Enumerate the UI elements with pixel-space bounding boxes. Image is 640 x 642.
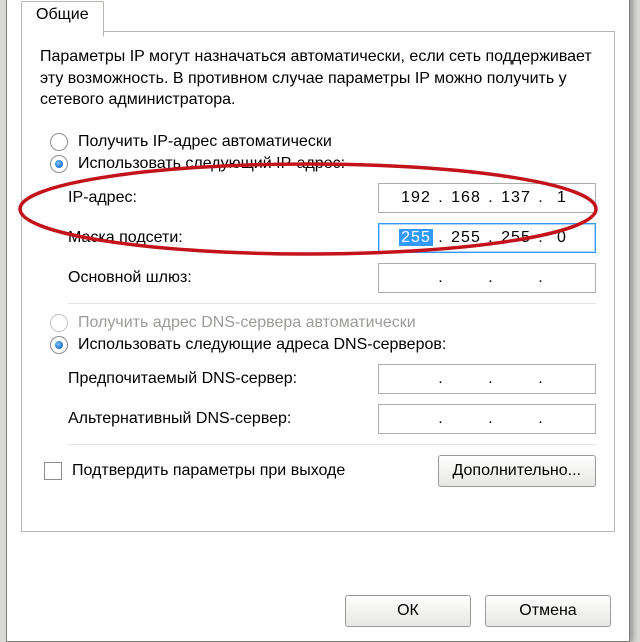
- radio-dns-auto: Получить адрес DNS-сервера автоматически: [50, 314, 596, 332]
- subnet-mask-input[interactable]: 255. 255. 255. 0: [378, 223, 596, 253]
- tab-strip: Общие: [21, 1, 615, 32]
- row-ip-address: IP-адрес: 192. 168. 137. 1: [68, 183, 596, 213]
- cancel-button[interactable]: Отмена: [485, 595, 611, 627]
- row-gateway: Основной шлюз: . . .: [68, 263, 596, 293]
- checkbox-validate[interactable]: Подтвердить параметры при выходе: [44, 462, 345, 480]
- radio-dns-auto-label: Получить адрес DNS-сервера автоматически: [78, 314, 416, 332]
- ip-octet: 1: [545, 189, 579, 207]
- advanced-button[interactable]: Дополнительно...: [438, 455, 597, 487]
- checkbox-icon: [44, 462, 62, 480]
- divider: [68, 444, 596, 445]
- ip-octet: 0: [545, 229, 579, 247]
- divider: [68, 303, 596, 304]
- dialog-window: Общие Параметры IP могут назначаться авт…: [6, 0, 630, 642]
- radio-ip-auto-label: Получить IP-адрес автоматически: [78, 133, 332, 151]
- ip-octet: 192: [395, 189, 437, 207]
- radio-icon: [50, 336, 68, 354]
- dialog-footer: ОК Отмена: [345, 595, 611, 627]
- radio-ip-auto[interactable]: Получить IP-адрес автоматически: [50, 133, 596, 151]
- gateway-label: Основной шлюз:: [68, 269, 192, 287]
- radio-icon: [50, 314, 68, 332]
- dns-alternate-label: Альтернативный DNS-сервер:: [68, 410, 291, 428]
- row-dns-preferred: Предпочитаемый DNS-сервер: . . .: [68, 364, 596, 394]
- radio-icon: [50, 155, 68, 173]
- radio-icon: [50, 133, 68, 151]
- ip-octet: 255: [495, 229, 537, 247]
- gateway-input[interactable]: . . .: [378, 263, 596, 293]
- ip-octet: 168: [445, 189, 487, 207]
- ok-button[interactable]: ОК: [345, 595, 471, 627]
- tab-panel: Параметры IP могут назначаться автоматич…: [21, 32, 615, 532]
- ip-octet: 137: [495, 189, 537, 207]
- checkbox-validate-label: Подтвердить параметры при выходе: [72, 462, 345, 480]
- ip-octet: 255: [445, 229, 487, 247]
- radio-ip-manual[interactable]: Использовать следующий IP-адрес:: [50, 155, 596, 173]
- radio-ip-manual-label: Использовать следующий IP-адрес:: [78, 155, 345, 173]
- description-text: Параметры IP могут назначаться автоматич…: [40, 46, 596, 111]
- dns-alternate-input[interactable]: . . .: [378, 404, 596, 434]
- ip-address-label: IP-адрес:: [68, 189, 137, 207]
- ip-address-input[interactable]: 192. 168. 137. 1: [378, 183, 596, 213]
- row-dns-alternate: Альтернативный DNS-сервер: . . .: [68, 404, 596, 434]
- radio-dns-manual-label: Использовать следующие адреса DNS-сервер…: [78, 336, 446, 354]
- radio-dns-manual[interactable]: Использовать следующие адреса DNS-сервер…: [50, 336, 596, 354]
- subnet-mask-label: Маска подсети:: [68, 229, 183, 247]
- row-subnet-mask: Маска подсети: 255. 255. 255. 0: [68, 223, 596, 253]
- dns-preferred-input[interactable]: . . .: [378, 364, 596, 394]
- dns-preferred-label: Предпочитаемый DNS-сервер:: [68, 370, 297, 388]
- ip-octet: 255: [395, 229, 437, 247]
